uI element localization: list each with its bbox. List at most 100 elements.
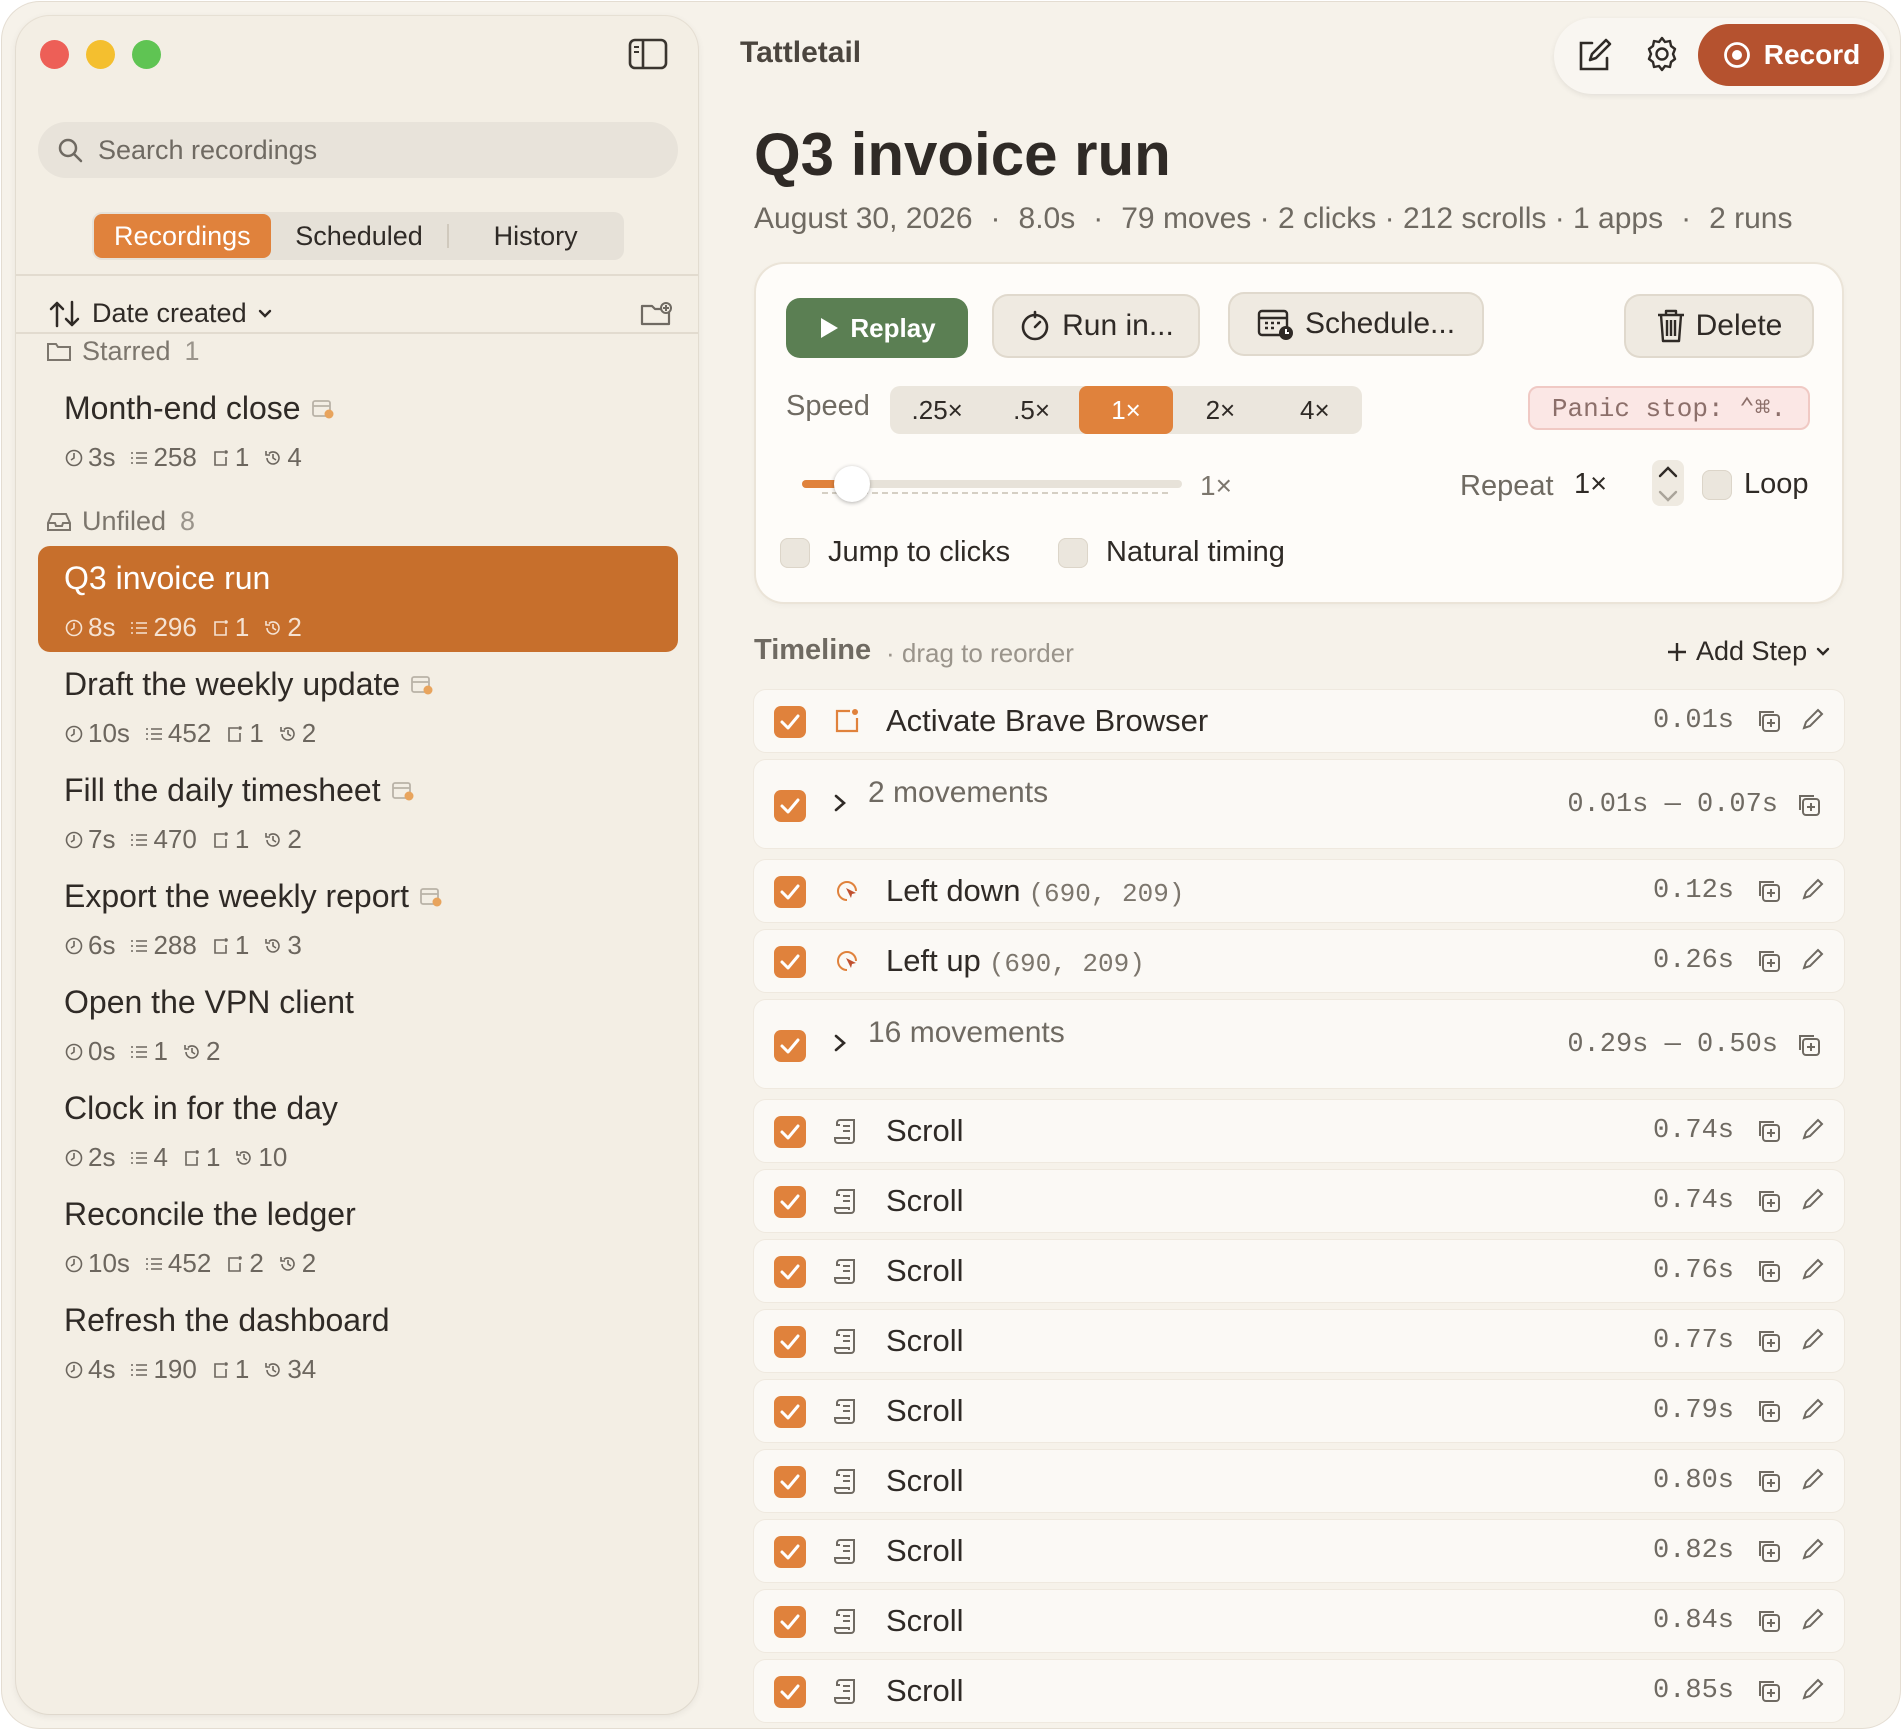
timeline-row[interactable]: Scroll 0.79s [754,1380,1844,1442]
timeline-row[interactable]: Left down (690, 209) 0.12s [754,860,1844,922]
search-field[interactable] [38,122,678,178]
duplicate-icon[interactable] [1756,1608,1782,1639]
duplicate-icon[interactable] [1756,948,1782,979]
step-checkbox[interactable] [774,946,806,978]
duplicate-icon[interactable] [1756,1258,1782,1289]
timeline-row[interactable]: Scroll 0.85s [754,1660,1844,1722]
timeline-row[interactable]: Scroll 0.82s [754,1520,1844,1582]
natural-timing-checkbox[interactable] [1058,538,1088,568]
edit-icon[interactable] [1800,1328,1824,1357]
edit-icon[interactable] [1800,948,1824,977]
schedule-button[interactable]: Schedule... [1230,294,1482,354]
duplicate-icon[interactable] [1756,1678,1782,1709]
loop-checkbox[interactable] [1702,470,1732,500]
step-checkbox[interactable] [774,790,806,822]
run-count: 34 [287,1354,317,1384]
step-checkbox[interactable] [774,706,806,738]
gear-icon[interactable] [1642,34,1682,79]
edit-icon[interactable] [1800,1398,1824,1427]
group-starred[interactable]: Starred 1 [46,336,200,367]
duplicate-icon[interactable] [1796,792,1822,823]
close-window-button[interactable] [40,40,69,69]
delete-button[interactable]: Delete [1626,296,1812,356]
chevron-right-icon[interactable] [830,1030,850,1061]
edit-icon[interactable] [1800,1538,1824,1567]
list-item-selected[interactable]: Q3 invoice run 8s 296 1 2 [38,546,678,652]
step-checkbox[interactable] [774,1396,806,1428]
minimize-window-button[interactable] [86,40,115,69]
tab-scheduled[interactable]: Scheduled [271,214,448,258]
edit-icon[interactable] [1800,1678,1824,1707]
edit-icon[interactable] [1800,1468,1824,1497]
duplicate-icon[interactable] [1756,1328,1782,1359]
edit-icon[interactable] [1800,1188,1824,1217]
edit-icon[interactable] [1800,708,1824,737]
step-checkbox[interactable] [774,1676,806,1708]
timeline-row[interactable]: Scroll 0.84s [754,1590,1844,1652]
speed-option[interactable]: 4× [1268,386,1362,434]
duplicate-icon[interactable] [1796,1032,1822,1063]
step-checkbox[interactable] [774,1186,806,1218]
duplicate-icon[interactable] [1756,1398,1782,1429]
step-checkbox[interactable] [774,1326,806,1358]
edit-icon[interactable] [1800,878,1824,907]
step-checkbox[interactable] [774,1256,806,1288]
speed-slider-thumb[interactable] [834,466,870,502]
edit-icon[interactable] [1800,1258,1824,1287]
duplicate-icon[interactable] [1756,1538,1782,1569]
step-checkbox[interactable] [774,1466,806,1498]
step-checkbox[interactable] [774,1606,806,1638]
speed-option-selected[interactable]: 1× [1078,386,1174,434]
list-item[interactable]: Clock in for the day 2s 4 1 10 [38,1076,678,1182]
timeline-row[interactable]: Scroll 0.76s [754,1240,1844,1302]
timeline-row[interactable]: Scroll 0.80s [754,1450,1844,1512]
add-step-button[interactable]: Add Step [1666,636,1831,667]
list-item[interactable]: Open the VPN client 0s 1 2 [38,970,678,1076]
timeline-row[interactable]: Scroll 0.77s [754,1310,1844,1372]
repeat-stepper[interactable] [1650,458,1686,508]
sort-menu[interactable]: Date created [48,298,273,329]
duplicate-icon[interactable] [1756,708,1782,739]
scheduled-calendar-icon [311,399,334,418]
list-item[interactable]: Draft the weekly update 10s 452 1 2 [38,652,678,758]
new-folder-icon[interactable] [640,300,674,333]
step-checkbox[interactable] [774,1536,806,1568]
search-input[interactable] [96,133,660,167]
edit-icon[interactable] [1800,1118,1824,1147]
duplicate-icon[interactable] [1756,1118,1782,1149]
timeline-row[interactable]: Scroll 0.74s [754,1170,1844,1232]
list-item[interactable]: Reconcile the ledger 10s 452 2 2 [38,1182,678,1288]
chevron-right-icon[interactable] [830,790,850,821]
group-unfiled[interactable]: Unfiled 8 [46,506,195,537]
run-in-button[interactable]: Run in... [994,296,1198,356]
timeline-row[interactable]: Activate Brave Browser 0.01s [754,690,1844,752]
zoom-window-button[interactable] [132,40,161,69]
step-checkbox[interactable] [774,1030,806,1062]
list-item[interactable]: Month-end close 3s 258 1 4 [38,376,678,482]
list-item[interactable]: Export the weekly report 6s 288 1 3 [38,864,678,970]
scroll-icon [832,1466,862,1501]
duplicate-icon[interactable] [1756,878,1782,909]
step-checkbox[interactable] [774,1116,806,1148]
duplicate-icon[interactable] [1756,1468,1782,1499]
compose-icon[interactable] [1574,36,1614,81]
timeline-row[interactable]: Left up (690, 209) 0.26s [754,930,1844,992]
speed-option[interactable]: 2× [1173,386,1267,434]
timeline-row[interactable]: Scroll 0.74s [754,1100,1844,1162]
speed-option[interactable]: .5× [984,386,1078,434]
step-checkbox[interactable] [774,876,806,908]
replay-button[interactable]: Replay [786,298,968,358]
list-item[interactable]: Fill the daily timesheet 7s 470 1 2 [38,758,678,864]
timeline-group-row[interactable]: 2 movements 0.01s — 0.07s [754,760,1844,848]
timeline-group-row[interactable]: 16 movements 0.29s — 0.50s [754,1000,1844,1088]
jump-to-clicks-checkbox[interactable] [780,538,810,568]
recording-title: Clock in for the day [64,1090,338,1126]
speed-option[interactable]: .25× [890,386,984,434]
edit-icon[interactable] [1800,1608,1824,1637]
sidebar-toggle-icon[interactable] [628,38,668,70]
tab-recordings[interactable]: Recordings [94,214,271,258]
duplicate-icon[interactable] [1756,1188,1782,1219]
record-button[interactable]: Record [1698,24,1884,86]
tab-history[interactable]: History [447,214,624,258]
list-item[interactable]: Refresh the dashboard 4s 190 1 34 [38,1288,678,1394]
